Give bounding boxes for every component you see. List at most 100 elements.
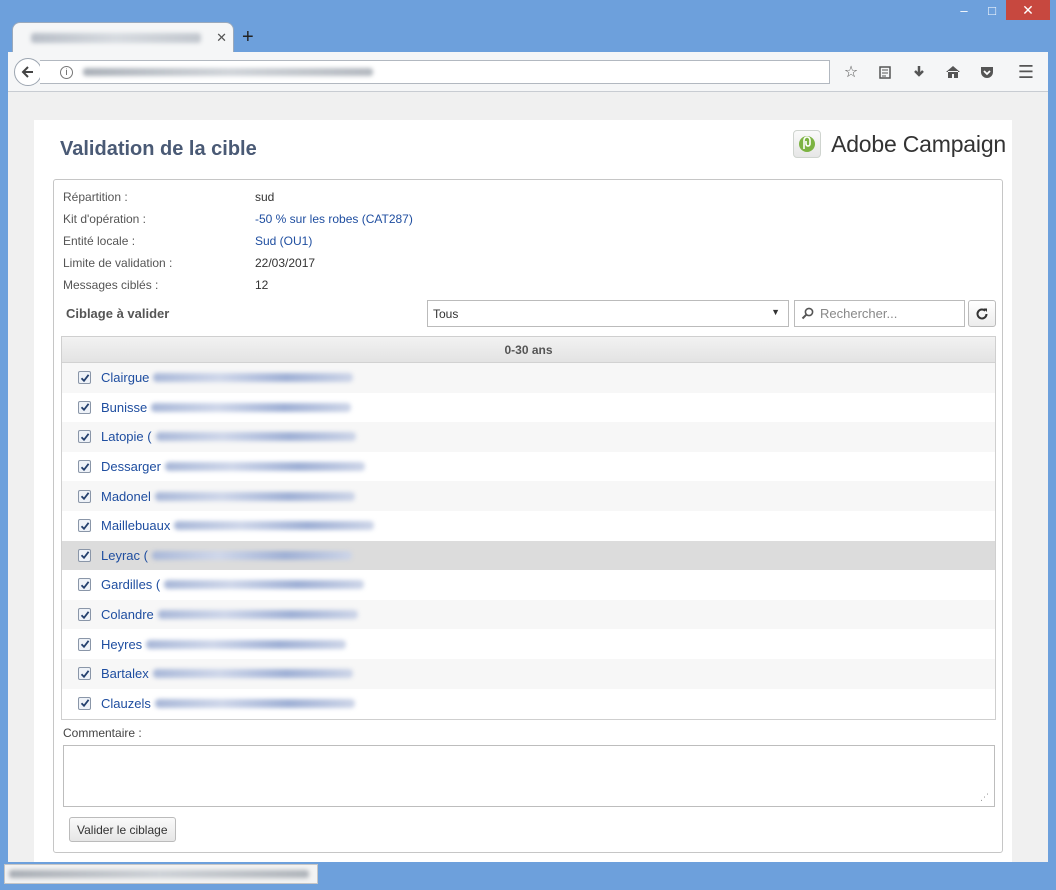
info-row-limite: Limite de validation : 22/03/2017 [63,256,315,274]
recipient-checkbox[interactable] [78,667,91,681]
recipient-email-redacted [157,610,358,620]
recipient-email-redacted [164,462,365,472]
home-icon[interactable] [936,62,970,82]
recipient-row[interactable]: Heyres [62,629,995,659]
info-row-entite: Entité locale : Sud (OU1) [63,234,312,252]
recipient-list: Clairgue Bunisse Latopie ( Dessarger Madonel… [62,363,995,718]
download-icon[interactable] [902,62,936,82]
checkmark-icon [80,581,89,590]
minimize-button[interactable]: – [950,0,978,20]
validation-panel: Répartition : sud Kit d'opération : -50 … [53,179,1003,853]
recipient-checkbox[interactable] [78,548,91,562]
recipient-row[interactable]: Maillebuaux [62,511,995,541]
info-label: Entité locale : [63,234,136,248]
recipient-row[interactable]: Clauzels [62,689,995,719]
checkmark-icon [80,462,89,471]
info-value: 22/03/2017 [255,256,316,270]
recipient-checkbox[interactable] [78,400,91,414]
brand-name: Adobe Campaign [831,130,1006,157]
recipient-email-redacted [146,639,347,649]
recipient-row[interactable]: Latopie ( [62,422,995,452]
back-button[interactable] [14,58,42,86]
recipient-row[interactable]: Dessarger [62,452,995,482]
recipient-name-link[interactable]: Leyrac ( [101,548,148,563]
recipient-name-link[interactable]: Clauzels [101,696,151,711]
info-label: Messages ciblés : [63,278,159,292]
browser-tab[interactable]: ✕ [12,22,234,52]
recipient-name-link[interactable]: Colandre [101,607,154,622]
recipient-group: 0-30 ans Clairgue Bunisse Latopie (Dessarg… [61,336,996,720]
bookmark-star-icon[interactable]: ☆ [834,62,868,82]
recipient-checkbox[interactable] [78,460,91,474]
refresh-icon [976,307,988,319]
recipient-name-link[interactable]: Gardilles ( [101,577,160,592]
kit-link[interactable]: -50 % sur les robes (CAT287) [255,212,413,230]
search-input[interactable] [818,305,958,322]
page-viewport: Validation de la cible Adobe Campaign Ré… [8,92,1048,862]
info-row-repartition: Répartition : sud [63,190,274,208]
checkmark-icon [80,610,89,619]
window-controls: – □ ✕ [950,0,1050,22]
refresh-button[interactable] [968,300,996,327]
recipient-name-link[interactable]: Latopie ( [101,429,152,444]
recipient-row[interactable]: Leyrac ( [62,540,995,571]
filter-selected-value: Tous [433,306,459,321]
hamburger-menu-icon[interactable]: ☰ [1018,62,1034,83]
recipient-email-redacted [154,491,355,501]
recipient-checkbox[interactable] [78,489,91,503]
recipient-checkbox[interactable] [78,371,91,385]
new-tab-button[interactable]: + [242,26,254,49]
page-content: Validation de la cible Adobe Campaign Ré… [34,120,1012,862]
recipient-checkbox[interactable] [78,430,91,444]
recipient-email-redacted [151,402,352,412]
recipient-row[interactable]: Madonel [62,481,995,511]
tab-close-icon[interactable]: ✕ [216,30,227,46]
recipient-email-redacted [151,550,352,560]
checkmark-icon [80,374,89,382]
info-label: Répartition : [63,190,128,204]
resize-grip-icon[interactable]: ⋰ [980,792,989,803]
recipient-row[interactable]: Clairgue [62,363,995,393]
recipient-name-link[interactable]: Clairgue [101,370,149,385]
search-icon [801,307,814,320]
recipient-name-link[interactable]: Madonel [101,489,151,504]
recipient-email-redacted [153,373,354,383]
info-icon[interactable]: i [60,65,73,79]
recipient-checkbox[interactable] [78,637,91,651]
recipient-email-redacted [152,669,353,679]
entity-link[interactable]: Sud (OU1) [255,234,312,252]
recipient-name-link[interactable]: Bunisse [101,400,147,415]
tab-title-redacted [31,32,201,43]
recipient-checkbox[interactable] [78,519,91,533]
validate-targeting-button[interactable]: Valider le ciblage [69,817,176,842]
status-url-redacted [9,870,309,878]
checkmark-icon [80,669,89,678]
recipient-name-link[interactable]: Dessarger [101,459,161,474]
recipient-row[interactable]: Bunisse [62,393,995,423]
recipient-name-link[interactable]: Maillebuaux [101,518,170,533]
recipient-row[interactable]: Colandre [62,599,995,630]
maximize-button[interactable]: □ [978,0,1006,20]
checkmark-icon [80,699,89,708]
checkmark-icon [80,640,89,649]
pocket-icon[interactable] [970,62,1004,82]
browser-window: – □ ✕ ✕ + i ☆ ☰ Validation de la cible A… [0,0,1056,890]
recipient-checkbox[interactable] [78,608,91,622]
recipient-row[interactable]: Bartalex [62,658,995,689]
info-row-kit: Kit d'opération : -50 % sur les robes (C… [63,212,413,230]
close-window-button[interactable]: ✕ [1006,0,1050,20]
address-bar[interactable]: i [40,60,830,84]
search-box[interactable] [794,300,965,327]
recipient-checkbox[interactable] [78,696,91,710]
recipient-row[interactable]: Gardilles ( [62,570,995,600]
info-value: 12 [255,278,269,292]
info-value: sud [255,190,275,204]
comment-textarea[interactable] [63,745,995,807]
checkmark-icon [80,433,89,442]
recipient-checkbox[interactable] [78,578,91,592]
arrow-left-icon [21,66,33,78]
recipient-name-link[interactable]: Heyres [101,637,142,652]
recipient-name-link[interactable]: Bartalex [101,666,149,681]
reading-list-icon[interactable] [868,62,902,82]
filter-select[interactable]: Tous ▼ [427,300,789,327]
